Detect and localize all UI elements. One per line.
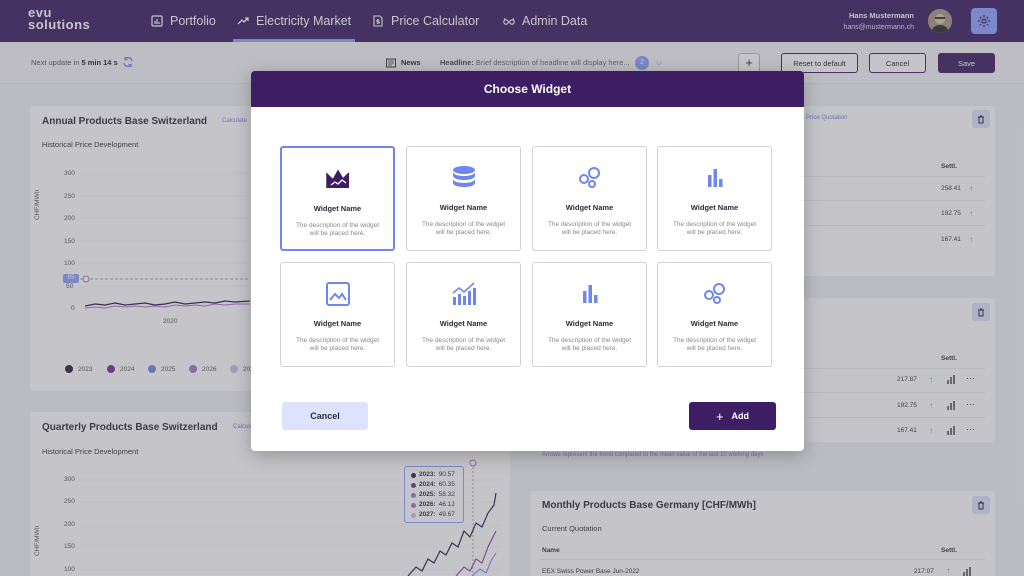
- widget-name: Widget Name: [313, 319, 362, 328]
- area-chart-icon: [325, 169, 350, 188]
- widget-description: The description of the widget will be pl…: [421, 221, 506, 236]
- bar-chart-icon: [582, 285, 597, 303]
- widget-description: The description of the widget will be pl…: [295, 337, 380, 352]
- widget-tile[interactable]: Widget Name The description of the widge…: [532, 146, 647, 251]
- choose-widget-dialog: Choose Widget Widget Name The descriptio…: [251, 71, 804, 451]
- trend-bars-icon: [451, 282, 476, 305]
- widget-description: The description of the widget will be pl…: [295, 222, 380, 237]
- bubbles-icon: [703, 283, 725, 304]
- plus-icon: +: [715, 408, 724, 424]
- widget-tile[interactable]: Widget Name The description of the widge…: [406, 146, 521, 251]
- add-button-label: Add: [731, 411, 750, 421]
- widget-name: Widget Name: [565, 203, 614, 212]
- widget-tile[interactable]: Widget Name The description of the widge…: [406, 262, 521, 367]
- bar-chart-icon: [707, 169, 722, 187]
- widget-name: Widget Name: [439, 319, 488, 328]
- widget-name: Widget Name: [439, 203, 488, 212]
- widget-tile[interactable]: Widget Name The description of the widge…: [657, 262, 772, 367]
- widget-tile[interactable]: Widget Name The description of the widge…: [532, 262, 647, 367]
- widget-name: Widget Name: [565, 319, 614, 328]
- database-icon: [452, 166, 475, 187]
- widget-description: The description of the widget will be pl…: [547, 337, 632, 352]
- image-chart-icon: [325, 282, 350, 306]
- widget-name: Widget Name: [313, 204, 362, 213]
- widget-tile[interactable]: Widget Name The description of the widge…: [280, 262, 395, 367]
- widget-description: The description of the widget will be pl…: [672, 337, 757, 352]
- dialog-cancel-button[interactable]: Cancel: [282, 402, 368, 430]
- widget-description: The description of the widget will be pl…: [547, 221, 632, 236]
- dialog-add-button[interactable]: + Add: [689, 402, 776, 430]
- widget-name: Widget Name: [690, 203, 739, 212]
- widget-name: Widget Name: [690, 319, 739, 328]
- widget-tile[interactable]: Widget Name The description of the widge…: [280, 146, 395, 251]
- widget-description: The description of the widget will be pl…: [421, 337, 506, 352]
- bubbles-icon: [578, 167, 600, 188]
- widget-tile[interactable]: Widget Name The description of the widge…: [657, 146, 772, 251]
- widget-description: The description of the widget will be pl…: [672, 221, 757, 236]
- dialog-title: Choose Widget: [251, 71, 804, 107]
